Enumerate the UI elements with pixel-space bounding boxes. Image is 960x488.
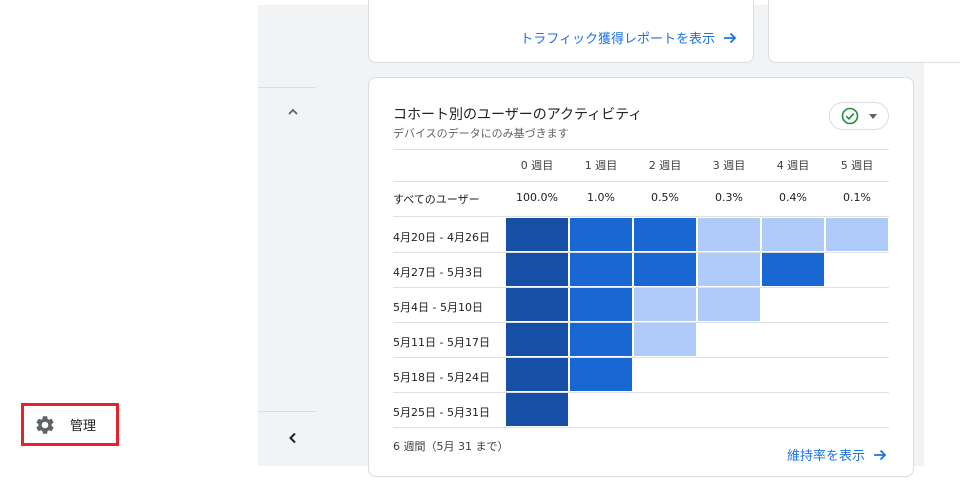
all-users-value: 0.1% xyxy=(843,191,871,204)
all-users-value: 100.0% xyxy=(516,191,558,204)
cohort-cell xyxy=(698,288,760,321)
view-retention-link[interactable]: 維持率を表示 xyxy=(787,445,887,464)
card-subtitle: デバイスのデータにのみ基づきます xyxy=(393,127,569,140)
week-column-header: 5 週目 xyxy=(840,159,874,172)
admin-label: 管理 xyxy=(70,419,97,434)
cohort-cell xyxy=(634,288,696,321)
panel-divider xyxy=(258,411,316,412)
left-navigation: 管理 xyxy=(0,0,258,488)
table-rule xyxy=(393,357,889,358)
all-users-value: 0.5% xyxy=(651,191,679,204)
traffic-acquisition-card: トラフィック獲得レポートを表示 xyxy=(368,0,754,63)
cohort-cell xyxy=(634,323,696,356)
cohort-cell xyxy=(570,218,632,251)
table-rule xyxy=(393,427,889,428)
cohort-row-label: 5月4日 - 5月10日 xyxy=(393,301,483,314)
date-range-footnote: 6 週間（5月 31 まで） xyxy=(393,440,509,453)
all-users-value: 1.0% xyxy=(587,191,615,204)
cohort-cell xyxy=(506,253,568,286)
all-users-value: 0.3% xyxy=(715,191,743,204)
week-column-header: 2 週目 xyxy=(648,159,682,172)
data-quality-dropdown[interactable] xyxy=(829,102,889,130)
cohort-row-label: 5月18日 - 5月24日 xyxy=(393,371,490,384)
cohort-row-label: 5月11日 - 5月17日 xyxy=(393,336,490,349)
card-title: コホート別のユーザーのアクティビティ xyxy=(393,107,643,123)
panel-divider xyxy=(258,87,316,88)
cohort-activity-card: コホート別のユーザーのアクティビティ デバイスのデータにのみ基づきます 0 週目… xyxy=(368,77,914,477)
traffic-link-label: トラフィック獲得レポートを表示 xyxy=(520,32,715,47)
cohort-cell xyxy=(762,218,824,251)
all-users-value: 0.4% xyxy=(779,191,807,204)
cohort-cell xyxy=(634,218,696,251)
cohort-cell xyxy=(698,218,760,251)
cohort-cell xyxy=(506,393,568,426)
cohort-row-label: 4月20日 - 4月26日 xyxy=(393,231,490,244)
chevron-up-icon[interactable] xyxy=(286,105,300,119)
report-main-area: トラフィック獲得レポートを表示 コホート別のユーザーのアクティビティ デバイスの… xyxy=(316,0,960,477)
adjacent-card xyxy=(768,0,960,63)
week-column-header: 1 週目 xyxy=(584,159,618,172)
cohort-cell xyxy=(762,253,824,286)
table-rule xyxy=(393,149,889,150)
table-rule xyxy=(393,181,889,182)
cohort-cell xyxy=(634,253,696,286)
week-column-header: 4 週目 xyxy=(776,159,810,172)
table-rule xyxy=(393,392,889,393)
chevron-left-icon[interactable] xyxy=(286,431,300,445)
all-users-label: すべてのユーザー xyxy=(393,193,480,206)
arrow-right-icon xyxy=(724,32,737,43)
collapsible-side-panel xyxy=(258,5,316,466)
cohort-cell xyxy=(506,323,568,356)
week-column-header: 0 週目 xyxy=(520,159,554,172)
gear-icon xyxy=(36,415,54,434)
cohort-cell xyxy=(698,253,760,286)
arrow-right-icon xyxy=(874,449,887,460)
cohort-cell xyxy=(570,253,632,286)
table-rule xyxy=(393,216,889,217)
retention-link-label: 維持率を表示 xyxy=(787,449,866,464)
cohort-cell xyxy=(570,288,632,321)
dropdown-caret-icon xyxy=(869,113,877,119)
admin-nav-item[interactable]: 管理 xyxy=(21,403,119,446)
week-column-header: 3 週目 xyxy=(712,159,746,172)
view-traffic-acquisition-link[interactable]: トラフィック獲得レポートを表示 xyxy=(520,28,737,47)
cohort-cell xyxy=(826,218,888,251)
cohort-cell xyxy=(570,358,632,391)
cohort-cell xyxy=(506,288,568,321)
cohort-cell xyxy=(506,358,568,391)
cohort-row-label: 4月27日 - 5月3日 xyxy=(393,266,483,279)
cohort-cell xyxy=(570,323,632,356)
cohort-cell xyxy=(506,218,568,251)
check-circle-icon xyxy=(841,107,859,125)
cohort-row-label: 5月25日 - 5月31日 xyxy=(393,406,490,419)
